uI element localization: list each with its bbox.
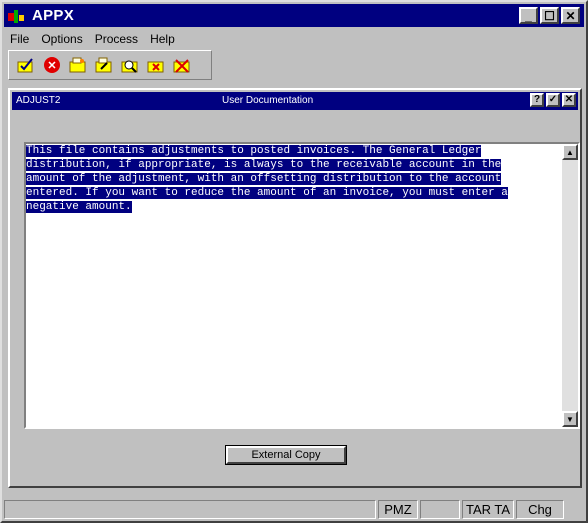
status-bar: PMZ TAR TA Chg [4, 500, 584, 521]
documentation-textarea[interactable]: This file contains adjustments to posted… [24, 142, 580, 429]
end-button[interactable] [169, 54, 195, 76]
accept-button[interactable]: ✓ [546, 93, 560, 107]
minimize-button[interactable]: _ [519, 7, 538, 24]
subwindow-code: ADJUST2 [16, 95, 61, 106]
menu-help[interactable]: Help [144, 32, 181, 46]
change-button[interactable] [91, 54, 117, 76]
subwindow-close-button[interactable]: ✕ [562, 93, 576, 107]
doc-line: amount of the adjustment, with an offset… [26, 172, 502, 185]
user-documentation-window: ADJUST2 User Documentation ? ✓ ✕ This fi… [8, 88, 582, 488]
cancel-icon: ✕ [44, 57, 60, 73]
add-button[interactable] [65, 54, 91, 76]
status-message [4, 500, 376, 519]
doc-line: This file contains adjustments to posted… [26, 145, 482, 157]
doc-line: negative amount. [26, 200, 132, 213]
maximize-button[interactable]: ☐ [540, 7, 559, 24]
arrow-down-icon: ▼ [566, 414, 574, 424]
appx-logo-icon [8, 8, 26, 24]
ok-button[interactable] [13, 54, 39, 76]
change-icon [95, 57, 112, 73]
subwindow-title: User Documentation [222, 95, 314, 106]
title-bar: APPX _ ☐ ✕ [4, 4, 584, 27]
arrow-up-icon: ▲ [566, 147, 574, 157]
delete-icon [147, 61, 164, 73]
menu-options[interactable]: Options [35, 32, 88, 46]
status-mode: Chg [516, 500, 564, 519]
add-icon [69, 57, 86, 73]
close-button[interactable]: ✕ [561, 7, 580, 24]
menu-process[interactable]: Process [89, 32, 144, 46]
close-icon: ✕ [564, 94, 574, 105]
toolbar: ✕ [8, 50, 212, 80]
status-pmz: PMZ [378, 500, 418, 519]
minimize-icon: _ [525, 8, 532, 23]
vertical-scrollbar[interactable]: ▲ ▼ [562, 144, 578, 427]
appx-window: APPX _ ☐ ✕ File Options Process Help ✕ A… [0, 0, 588, 523]
status-tar-ta: TAR TA [462, 500, 514, 519]
inquire-button[interactable] [117, 54, 143, 76]
window-title: APPX [32, 7, 75, 24]
menu-bar: File Options Process Help [4, 29, 584, 48]
subwindow-title-bar: ADJUST2 User Documentation ? ✓ ✕ [12, 92, 578, 110]
scroll-down-button[interactable]: ▼ [562, 411, 578, 427]
status-empty [420, 500, 460, 519]
scroll-up-button[interactable]: ▲ [562, 144, 578, 160]
maximize-icon: ☐ [544, 8, 555, 23]
subwindow-controls: ? ✓ ✕ [528, 93, 576, 107]
external-copy-button[interactable]: External Copy [225, 445, 347, 465]
ok-doc-icon [17, 58, 33, 73]
doc-line: distribution, if appropriate, is always … [26, 158, 502, 171]
help-icon: ? [533, 94, 541, 105]
help-button[interactable]: ? [530, 93, 544, 107]
delete-button[interactable] [143, 54, 169, 76]
window-controls: _ ☐ ✕ [517, 7, 580, 24]
doc-line: entered. If you want to reduce the amoun… [26, 186, 508, 199]
cancel-button[interactable]: ✕ [39, 54, 65, 76]
inquire-icon [121, 60, 138, 73]
documentation-text: This file contains adjustments to posted… [26, 144, 559, 428]
close-icon: ✕ [565, 8, 576, 23]
end-icon [173, 59, 190, 73]
checkmark-icon: ✓ [548, 94, 558, 105]
menu-file[interactable]: File [4, 32, 35, 46]
